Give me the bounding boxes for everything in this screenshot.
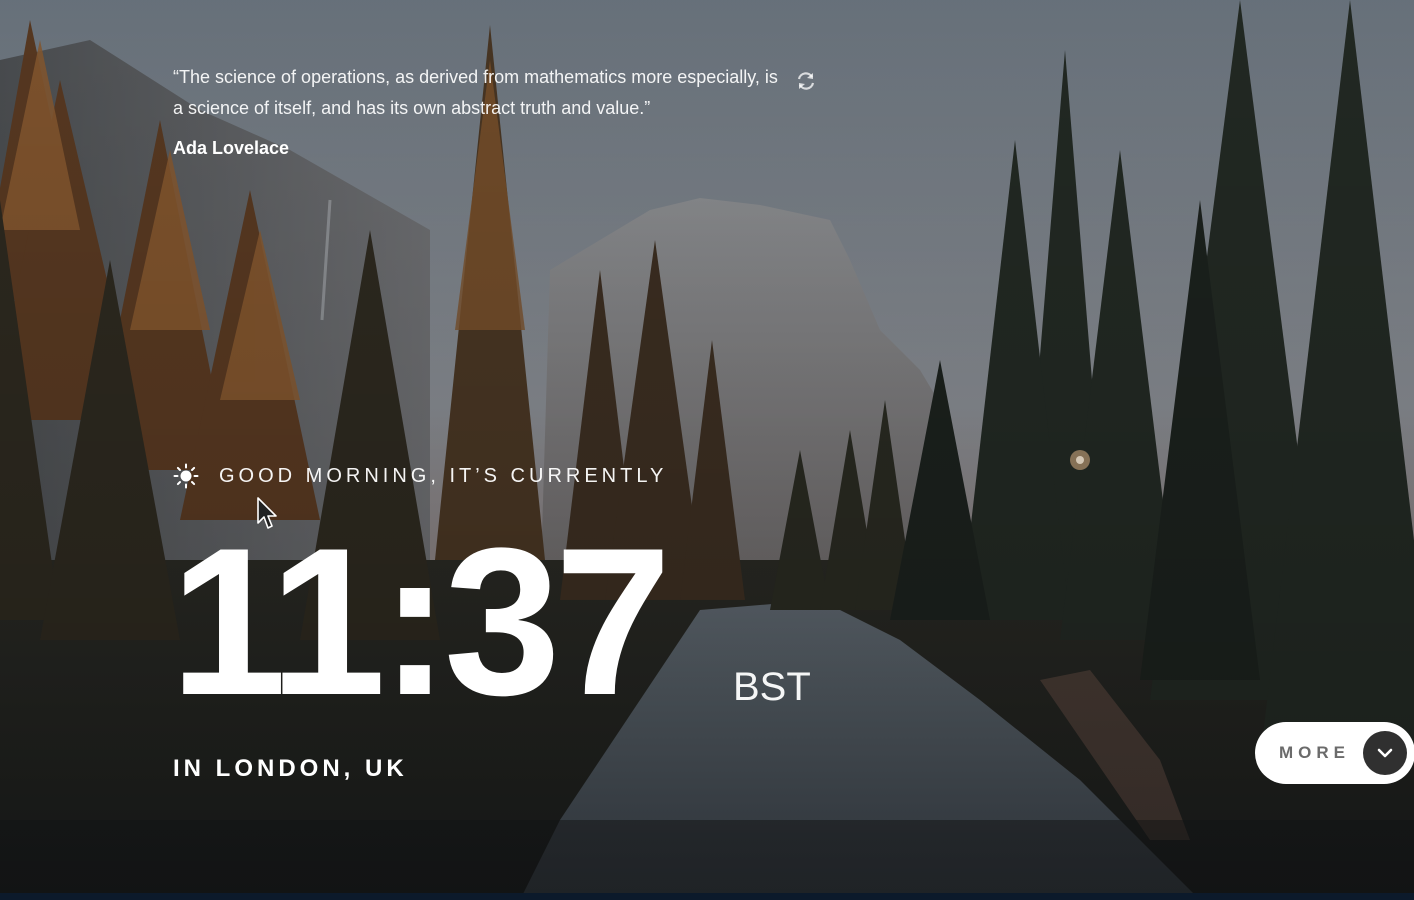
clock-time: 11:37 — [170, 504, 672, 739]
mouse-cursor-icon — [257, 497, 279, 531]
refresh-icon[interactable] — [795, 70, 817, 92]
clock-app: “The science of operations, as derived f… — [0, 0, 1414, 900]
more-button[interactable]: MORE — [1255, 722, 1414, 784]
location-text: IN LONDON, UK — [173, 755, 408, 782]
quote-text: “The science of operations, as derived f… — [173, 67, 778, 118]
quote-block: “The science of operations, as derived f… — [173, 62, 783, 159]
more-button-label: MORE — [1279, 743, 1350, 762]
timezone-label: BST — [733, 665, 811, 709]
bottom-edge-bar — [0, 893, 1414, 900]
greeting-text: GOOD MORNING, IT’S CURRENTLY — [219, 464, 668, 487]
chevron-down-icon[interactable] — [1363, 731, 1407, 775]
greeting: GOOD MORNING, IT’S CURRENTLY — [173, 463, 667, 489]
quote-author: Ada Lovelace — [173, 138, 290, 158]
sun-icon — [173, 463, 199, 489]
